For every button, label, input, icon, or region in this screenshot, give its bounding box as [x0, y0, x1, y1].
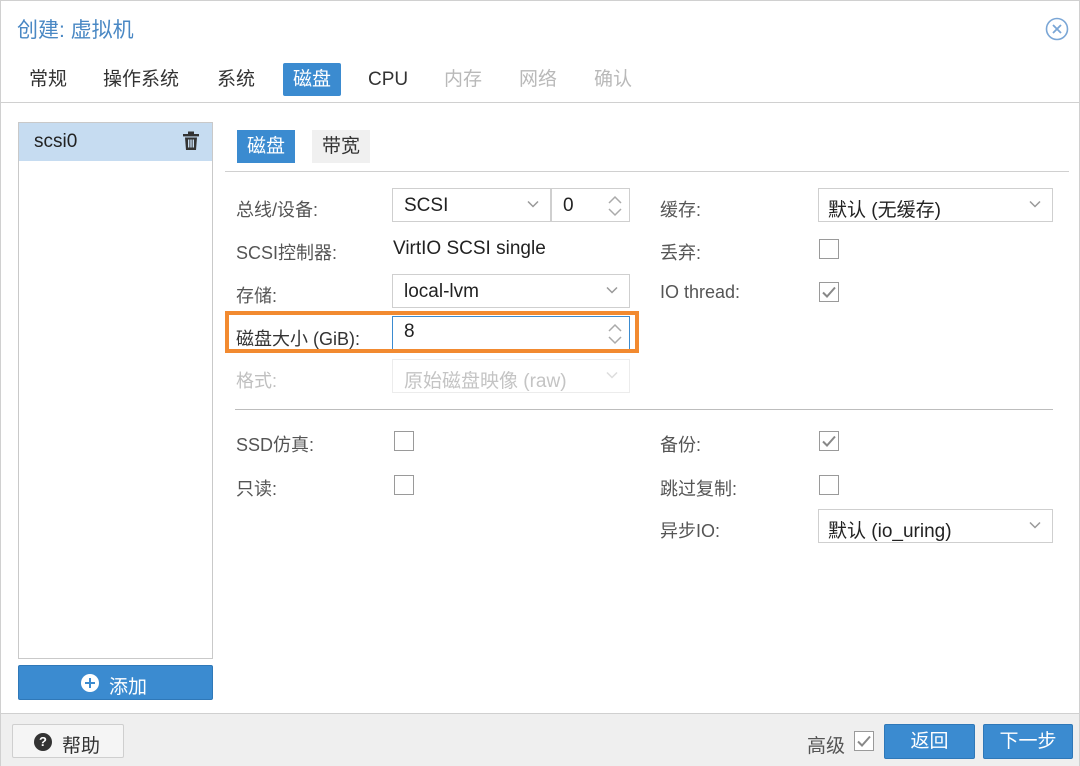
dialog-body: scsi0 添加 磁盘 带宽 总线/设备: SCSI 0 SCSI控制器: Vi… [1, 104, 1079, 713]
help-button-label: 帮助 [62, 736, 101, 757]
storage-label: 存储: [236, 286, 278, 306]
scsi-controller-value: VirtIO SCSI single [393, 238, 546, 259]
dialog-title: 创建: 虚拟机 [17, 19, 134, 42]
discard-label: 丢弃: [660, 243, 702, 263]
scsi-controller-label: SCSI控制器: [236, 243, 338, 263]
skip-replication-label: 跳过复制: [660, 479, 738, 499]
tab-os[interactable]: 操作系统 [93, 63, 189, 96]
cache-select[interactable]: 默认 (无缓存) [818, 188, 1053, 222]
advanced-checkbox[interactable] [854, 731, 874, 751]
tab-system[interactable]: 系统 [207, 63, 265, 96]
format-value: 原始磁盘映像 (raw) [404, 371, 567, 392]
subtab-disk[interactable]: 磁盘 [237, 130, 296, 163]
async-io-label: 异步IO: [660, 521, 721, 541]
bus-select[interactable]: SCSI [392, 188, 551, 222]
bus-device-label: 总线/设备: [236, 200, 319, 220]
io-thread-checkbox[interactable] [819, 282, 839, 302]
async-io-select[interactable]: 默认 (io_uring) [818, 509, 1053, 543]
subtab-bandwidth[interactable]: 带宽 [312, 130, 371, 163]
bus-value: SCSI [404, 195, 449, 216]
io-thread-label: IO thread: [660, 282, 741, 302]
checkmark-icon [857, 735, 871, 747]
add-disk-label: 添加 [109, 677, 148, 698]
disk-list-item-scsi0[interactable]: scsi0 [19, 123, 212, 161]
chevron-down-icon [1029, 200, 1041, 208]
tab-network[interactable]: 网络 [509, 63, 567, 96]
disk-subtabs: 磁盘 带宽 [225, 126, 1069, 172]
tab-disks[interactable]: 磁盘 [283, 63, 342, 96]
tab-confirm[interactable]: 确认 [584, 63, 642, 96]
checkmark-icon [822, 286, 836, 298]
next-button[interactable]: 下一步 [983, 724, 1073, 759]
read-only-label: 只读: [236, 479, 278, 499]
add-disk-button[interactable]: 添加 [18, 665, 213, 700]
dialog-footer: ? 帮助 高级 返回 下一步 [1, 713, 1079, 766]
storage-select[interactable]: local-lvm [392, 274, 630, 308]
close-icon[interactable] [1045, 17, 1069, 41]
section-divider [235, 409, 1053, 410]
cache-label: 缓存: [660, 200, 702, 220]
skip-replication-checkbox[interactable] [819, 475, 839, 495]
backup-checkbox[interactable] [819, 431, 839, 451]
async-io-value: 默认 (io_uring) [828, 521, 952, 542]
format-select[interactable]: 原始磁盘映像 (raw) [392, 359, 630, 393]
format-label: 格式: [236, 371, 278, 391]
chevron-down-icon [606, 371, 618, 379]
chevron-down-icon [1029, 521, 1041, 529]
checkmark-icon [822, 435, 836, 447]
back-button[interactable]: 返回 [884, 724, 975, 759]
plus-circle-icon [81, 674, 99, 692]
title-bar: 创建: 虚拟机 [1, 1, 1079, 53]
read-only-checkbox[interactable] [394, 475, 414, 495]
ssd-emulation-label: SSD仿真: [236, 435, 315, 455]
disk-size-highlight [225, 311, 639, 353]
discard-checkbox[interactable] [819, 239, 839, 259]
chevron-down-icon [606, 286, 618, 294]
chevron-down-icon [527, 200, 539, 208]
device-number-spinner[interactable]: 0 [551, 188, 630, 222]
device-value: 0 [563, 195, 574, 216]
tab-general[interactable]: 常规 [19, 63, 77, 96]
tab-memory[interactable]: 内存 [434, 63, 492, 96]
spinner-arrows-icon[interactable] [607, 193, 623, 219]
disk-list: scsi0 [18, 122, 213, 659]
help-button[interactable]: ? 帮助 [12, 724, 124, 758]
storage-value: local-lvm [404, 281, 479, 302]
backup-label: 备份: [660, 435, 702, 455]
create-vm-dialog: 创建: 虚拟机 常规 操作系统 系统 磁盘 CPU 内存 网络 确认 scsi0 [0, 0, 1080, 766]
disk-item-label: scsi0 [34, 131, 78, 152]
question-circle-icon: ? [34, 733, 52, 751]
wizard-tabs: 常规 操作系统 系统 磁盘 CPU 内存 网络 确认 [1, 53, 1079, 103]
advanced-label: 高级 [807, 736, 846, 757]
ssd-emulation-checkbox[interactable] [394, 431, 414, 451]
cache-value: 默认 (无缓存) [828, 200, 941, 221]
trash-icon[interactable] [182, 131, 200, 151]
tab-cpu[interactable]: CPU [358, 63, 418, 96]
